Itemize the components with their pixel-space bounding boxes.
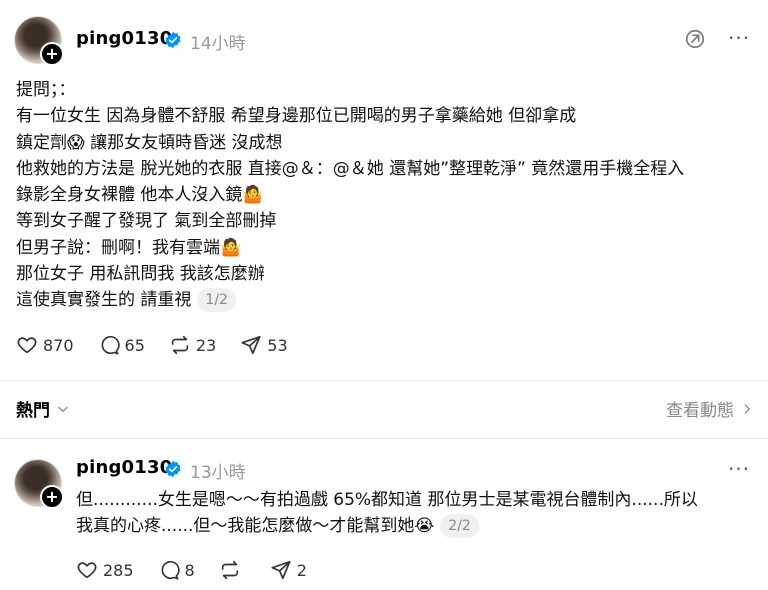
- like-count: 285: [103, 560, 134, 580]
- comment-button[interactable]: 65: [98, 334, 145, 356]
- post-line: 他救她的方法是 脫光她的衣服 直接@＆：@＆她 還幫她”整理乾淨” 竟然還用手機…: [16, 158, 685, 179]
- post-line: 有一位女生 因為身體不舒服 希望身邊那位已開喝的男子拿藥給她 但卻拿成: [16, 106, 577, 127]
- comment-count: 65: [124, 335, 145, 355]
- sort-label: 熱門: [16, 401, 50, 421]
- repost-button[interactable]: 23: [169, 334, 216, 356]
- repost-button[interactable]: [219, 559, 246, 581]
- comment-icon: [161, 560, 180, 580]
- follow-plus-icon[interactable]: +: [40, 485, 64, 509]
- more-options-icon[interactable]: ···: [728, 26, 750, 50]
- post-line: 但............女生是嗯～～有拍過戲 65%都知道 那位男士是某電視台…: [76, 490, 698, 510]
- view-activity-label: 查看動態: [666, 401, 734, 421]
- username[interactable]: ping0130: [76, 457, 172, 478]
- post-actions: 870 65 23 53: [16, 334, 312, 356]
- post-time: 13小時: [190, 463, 246, 483]
- chevron-right-icon: [744, 403, 751, 414]
- chevron-down-icon: [58, 406, 68, 412]
- comment-icon: [101, 335, 120, 355]
- post-actions: 285 8 2: [76, 559, 331, 581]
- repost-count: 23: [195, 335, 217, 355]
- post-1: + ping0130 14小時 ··· 提問；： 有一位女生 因為身體不舒服 希…: [0, 0, 768, 380]
- verified-badge-icon: [165, 460, 181, 478]
- follow-plus-icon[interactable]: +: [40, 42, 64, 66]
- view-activity-link[interactable]: 查看動態: [666, 396, 754, 421]
- sort-dropdown[interactable]: 熱門: [16, 396, 70, 421]
- post-line: 但男子說：刪啊！我有雲端🤷: [16, 237, 242, 258]
- post-line: 這使真實發生的 請重視: [16, 290, 192, 311]
- repost-icon: [221, 560, 238, 580]
- username[interactable]: ping0130: [76, 28, 172, 49]
- share-count: 2: [296, 560, 307, 580]
- post-body: 但............女生是嗯～～有拍過戲 65%都知道 那位男士是某電視台…: [76, 487, 698, 540]
- translate-icon[interactable]: [684, 28, 706, 50]
- share-count: 53: [267, 335, 288, 355]
- post-line: 等到女子醒了發現了 氣到全部刪掉: [16, 211, 277, 232]
- page-pill[interactable]: 1/2: [197, 288, 236, 313]
- post-2: + ping0130 13小時 ··· 但............女生是嗯～～有…: [0, 439, 768, 590]
- post-line-last: 我真的心疼......但～我能怎麼做～才能幫到她😭 2/2: [76, 513, 698, 539]
- share-button[interactable]: 53: [240, 334, 288, 356]
- like-count: 870: [43, 335, 74, 355]
- section-header: 熱門 查看動態: [0, 380, 768, 435]
- post-line: 我真的心疼......但～我能怎麼做～才能幫到她😭: [76, 516, 435, 537]
- page-pill[interactable]: 2/2: [440, 514, 479, 539]
- send-icon: [271, 560, 291, 580]
- post-line: 提問；：: [16, 80, 76, 100]
- like-button[interactable]: 285: [76, 559, 134, 581]
- more-options-icon[interactable]: ···: [728, 457, 750, 481]
- comment-count: 8: [184, 560, 195, 580]
- send-icon: [241, 335, 261, 355]
- post-line: 那位女子 用私訊問我 我該怎麼辦: [16, 264, 265, 285]
- post-line-last: 這使真實發生的 請重視 1/2: [16, 287, 684, 313]
- verified-badge-icon: [165, 31, 181, 49]
- heart-icon: [17, 337, 37, 354]
- post-line: 錄影全身女裸體 他本人沒入鏡🤷: [16, 185, 264, 206]
- repost-icon: [171, 335, 189, 355]
- heart-icon: [77, 562, 97, 579]
- post-line: 鎮定劑😱 讓那女友頓時昏迷 沒成想: [16, 132, 283, 153]
- post-time: 14小時: [190, 34, 246, 54]
- share-button[interactable]: 2: [270, 559, 307, 581]
- comment-button[interactable]: 8: [158, 559, 195, 581]
- post-body: 提問；： 有一位女生 因為身體不舒服 希望身邊那位已開喝的男子拿藥給她 但卻拿成…: [16, 77, 684, 314]
- like-button[interactable]: 870: [16, 334, 74, 356]
